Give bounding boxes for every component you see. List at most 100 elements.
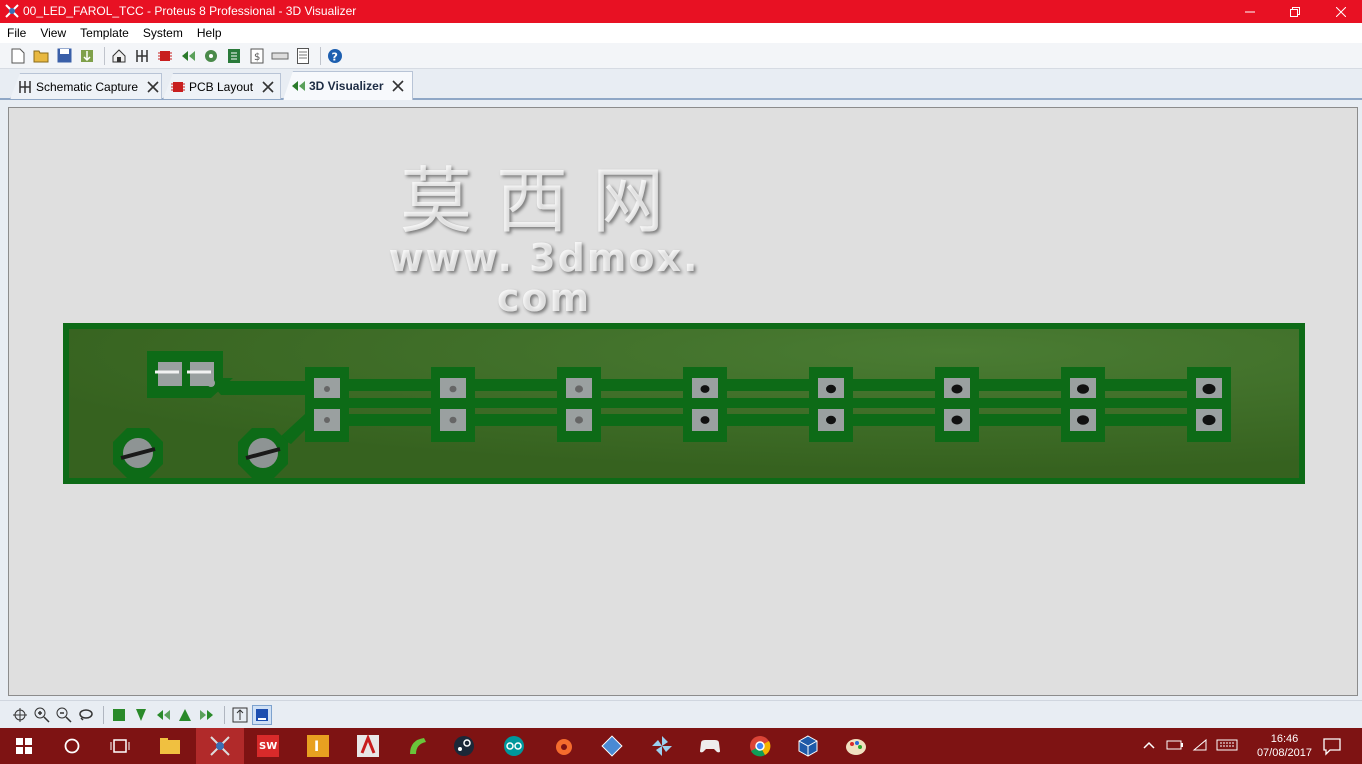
paint-button[interactable] bbox=[832, 728, 880, 764]
front-view-icon bbox=[136, 708, 146, 721]
proteus-app-icon bbox=[5, 4, 19, 18]
zoom-out-button[interactable] bbox=[54, 705, 74, 725]
led-lead bbox=[575, 385, 583, 393]
menu-system[interactable]: System bbox=[136, 26, 190, 40]
task-view-button[interactable] bbox=[96, 728, 144, 764]
new-file-icon bbox=[11, 48, 25, 63]
3d-visualizer-button[interactable] bbox=[178, 46, 198, 66]
led-lead bbox=[449, 385, 457, 393]
notification-icon bbox=[1323, 738, 1341, 756]
right-view-icon bbox=[200, 709, 213, 720]
led-lead bbox=[449, 416, 457, 424]
solidworks-button[interactable]: SW bbox=[244, 728, 292, 764]
board-view-icon bbox=[256, 708, 268, 721]
pan-button[interactable] bbox=[10, 705, 30, 725]
pinwheel-button[interactable] bbox=[638, 728, 686, 764]
action-center-button[interactable] bbox=[1322, 736, 1342, 759]
tab-pcb-layout[interactable]: PCB Layout bbox=[163, 73, 281, 99]
menu-template[interactable]: Template bbox=[73, 26, 136, 40]
back-view-button[interactable] bbox=[175, 705, 195, 725]
file-explorer-button[interactable] bbox=[146, 728, 194, 764]
led-footprint bbox=[809, 367, 853, 442]
new-file-button[interactable] bbox=[8, 46, 28, 66]
gerber-button[interactable] bbox=[201, 46, 221, 66]
zoom-in-button[interactable] bbox=[32, 705, 52, 725]
rotate-button[interactable] bbox=[76, 705, 96, 725]
autocad-button[interactable] bbox=[344, 728, 392, 764]
close-icon[interactable] bbox=[146, 80, 160, 94]
start-button[interactable] bbox=[0, 728, 48, 764]
windows-taskbar: SW I 16:46 07/08/2017 bbox=[0, 728, 1362, 764]
toolbar-separator bbox=[103, 705, 104, 724]
menu-file[interactable]: File bbox=[0, 26, 33, 40]
app-green-button[interactable] bbox=[394, 728, 442, 764]
save-button[interactable] bbox=[54, 46, 74, 66]
system-clock[interactable]: 16:46 07/08/2017 bbox=[1257, 732, 1312, 760]
chevron-up-icon bbox=[1143, 741, 1155, 749]
close-button[interactable] bbox=[1318, 0, 1362, 23]
wifi-icon bbox=[1192, 738, 1207, 751]
virtualbox-button[interactable] bbox=[784, 728, 832, 764]
paint-icon bbox=[846, 739, 866, 755]
led-lead bbox=[951, 384, 963, 394]
menu-help[interactable]: Help bbox=[190, 26, 229, 40]
network-app-button[interactable] bbox=[588, 728, 636, 764]
tab-3d-visualizer[interactable]: 3D Visualizer bbox=[283, 71, 413, 100]
steam-button[interactable] bbox=[440, 728, 488, 764]
battery-status[interactable] bbox=[1166, 738, 1184, 755]
proteus-icon bbox=[210, 736, 230, 756]
bom-icon bbox=[228, 48, 240, 63]
home-button[interactable] bbox=[109, 46, 129, 66]
task-view-icon bbox=[110, 739, 130, 753]
minimize-button[interactable] bbox=[1227, 0, 1273, 23]
minimize-icon bbox=[1245, 11, 1255, 12]
close-icon[interactable] bbox=[261, 80, 275, 94]
cortana-button[interactable] bbox=[48, 728, 96, 764]
led-lead bbox=[324, 417, 330, 423]
restore-button[interactable] bbox=[1272, 0, 1318, 23]
gamepad-button[interactable] bbox=[686, 728, 734, 764]
open-button[interactable] bbox=[31, 46, 51, 66]
help-button[interactable]: ? bbox=[325, 46, 345, 66]
menu-view[interactable]: View bbox=[33, 26, 73, 40]
inventor-button[interactable]: I bbox=[294, 728, 342, 764]
arduino-button[interactable] bbox=[490, 728, 538, 764]
tab-label: 3D Visualizer bbox=[309, 79, 384, 93]
show-hidden-icons[interactable] bbox=[1142, 738, 1156, 755]
left-view-button[interactable] bbox=[153, 705, 173, 725]
led-footprint bbox=[431, 367, 475, 442]
wifi-status[interactable] bbox=[1192, 738, 1208, 755]
design-explorer-button[interactable]: $ bbox=[247, 46, 267, 66]
tab-schematic-capture[interactable]: Schematic Capture bbox=[10, 73, 162, 99]
bom-button[interactable] bbox=[224, 46, 244, 66]
height-icon bbox=[232, 707, 248, 722]
view-toolbar bbox=[0, 700, 1362, 728]
pcb-3d-render[interactable] bbox=[9, 108, 1359, 697]
height-button[interactable] bbox=[230, 705, 250, 725]
origin-icon bbox=[556, 739, 572, 755]
board-view-button[interactable] bbox=[252, 704, 272, 725]
keyboard-status[interactable] bbox=[1216, 738, 1238, 755]
proteus-button[interactable] bbox=[196, 728, 244, 764]
netlist-button[interactable] bbox=[270, 46, 290, 66]
right-view-button[interactable] bbox=[197, 705, 217, 725]
3d-viewport[interactable]: 莫西网 www. 3dmox. com bbox=[8, 107, 1358, 696]
led-footprint bbox=[935, 367, 979, 442]
led-lead bbox=[1202, 414, 1216, 426]
back-view-icon bbox=[179, 708, 191, 721]
schematic-button[interactable] bbox=[132, 46, 152, 66]
origin-button[interactable] bbox=[540, 728, 588, 764]
tab-label: Schematic Capture bbox=[36, 79, 139, 94]
top-view-button[interactable] bbox=[109, 705, 129, 725]
svg-text:?: ? bbox=[332, 50, 338, 63]
svg-text:SW: SW bbox=[259, 741, 277, 752]
chrome-button[interactable] bbox=[736, 728, 784, 764]
gerber-icon bbox=[205, 49, 217, 62]
import-button[interactable] bbox=[77, 46, 97, 66]
notes-button[interactable] bbox=[293, 46, 313, 66]
solidworks-icon: SW bbox=[257, 735, 279, 757]
pcb-button[interactable] bbox=[155, 46, 175, 66]
start-icon bbox=[16, 738, 32, 754]
front-view-button[interactable] bbox=[131, 705, 151, 725]
close-icon[interactable] bbox=[391, 79, 405, 93]
